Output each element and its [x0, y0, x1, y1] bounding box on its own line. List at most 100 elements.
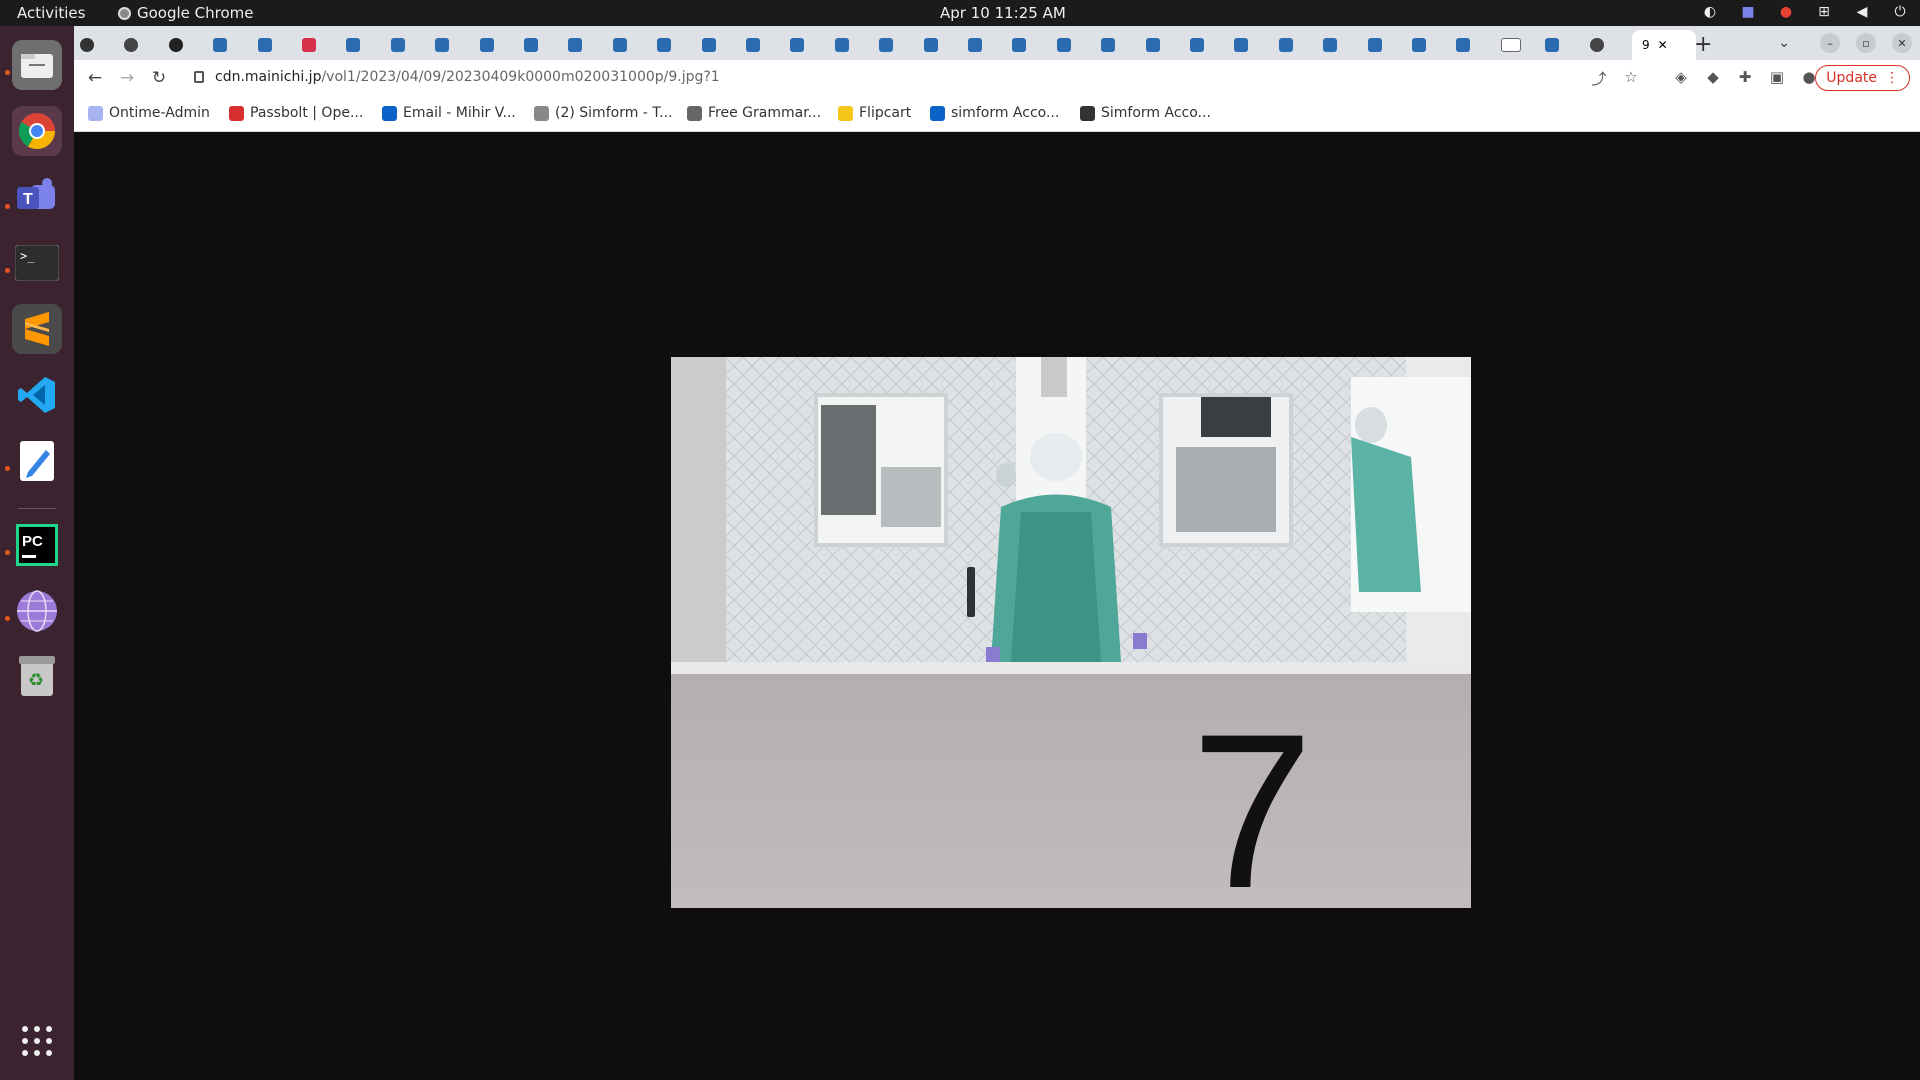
tab-item[interactable]: [1228, 30, 1249, 60]
tab-favicon-icon: [479, 38, 494, 52]
close-tab-icon[interactable]: ✕: [1658, 38, 1668, 52]
tab-item[interactable]: [1362, 30, 1382, 60]
tab-item[interactable]: [385, 30, 405, 60]
bookmark-item[interactable]: Ontime-Admin: [88, 105, 210, 121]
new-tab-button[interactable]: +: [1694, 32, 1712, 57]
clock[interactable]: Apr 10 11:25 AM: [940, 4, 1066, 22]
tab-favicon-icon: [80, 38, 94, 52]
tab-item[interactable]: [252, 30, 272, 60]
tab-item[interactable]: [784, 30, 805, 60]
bookmark-item[interactable]: (2) Simform - T...: [534, 105, 673, 121]
activities-button[interactable]: Activities: [17, 4, 85, 22]
url-path: /vol1/2023/04/09/20230409k0000m020031000…: [321, 69, 720, 85]
tab-item[interactable]: [1184, 30, 1204, 60]
minimize-icon[interactable]: –: [1820, 33, 1840, 53]
extensions-puzzle-icon[interactable]: ✚: [1735, 68, 1755, 86]
tab-item[interactable]: [118, 30, 139, 60]
network-globe-icon[interactable]: [12, 586, 62, 636]
maximize-icon[interactable]: ▫: [1856, 33, 1876, 53]
extension-icon[interactable]: ◈: [1671, 68, 1691, 86]
tab-item[interactable]: [918, 30, 938, 60]
tab-item[interactable]: [163, 30, 183, 60]
sublime-text-icon[interactable]: [12, 304, 62, 354]
tab-item[interactable]: [1406, 30, 1426, 60]
tab-favicon-icon: [168, 38, 183, 52]
tab-item[interactable]: [696, 30, 716, 60]
forward-icon[interactable]: →: [116, 67, 138, 89]
share-icon[interactable]: ⤴: [1589, 68, 1609, 89]
side-panel-icon[interactable]: ▣: [1767, 68, 1787, 86]
tab-item[interactable]: [474, 30, 494, 60]
network-icon[interactable]: ⊞: [1816, 4, 1832, 20]
address-bar[interactable]: cdn.mainichi.jp/vol1/2023/04/09/20230409…: [215, 69, 720, 85]
tab-item[interactable]: [74, 30, 94, 60]
show-applications-icon[interactable]: [12, 1016, 62, 1066]
tab-favicon-icon: [213, 38, 228, 52]
volume-icon[interactable]: ◀: [1854, 4, 1870, 20]
tab-favicon-icon: [346, 38, 361, 52]
tab-item[interactable]: [1051, 30, 1071, 60]
tab-item[interactable]: [562, 30, 583, 60]
tab-item[interactable]: [962, 30, 982, 60]
files-icon[interactable]: [12, 40, 62, 90]
tab-active[interactable]: 9 ✕: [1632, 30, 1696, 60]
tab-favicon-icon: [879, 38, 894, 52]
pycharm-icon[interactable]: PC: [12, 520, 62, 570]
app-menu[interactable]: Google Chrome: [118, 4, 254, 22]
bookmark-item[interactable]: Flipcart: [838, 105, 911, 121]
tab-search-icon[interactable]: ⌄: [1778, 35, 1790, 51]
tab-favicon-icon: [124, 38, 139, 52]
bookmark-item[interactable]: simform Acco...: [930, 105, 1059, 121]
tab-item[interactable]: [1273, 30, 1293, 60]
back-icon[interactable]: ←: [84, 67, 106, 89]
tab-item[interactable]: [1317, 30, 1338, 60]
tab-item[interactable]: [1495, 30, 1521, 60]
tab-item[interactable]: [1140, 30, 1160, 60]
tab-item[interactable]: [296, 30, 316, 60]
tab-item[interactable]: [340, 30, 361, 60]
teams-icon[interactable]: T: [12, 172, 62, 222]
bookmark-item[interactable]: Free Grammar...: [687, 105, 821, 121]
lock-icon[interactable]: [194, 71, 204, 83]
power-icon[interactable]: ⏻: [1892, 4, 1908, 20]
bookmark-label: Email - Mihir V...: [403, 105, 516, 121]
extension-icon[interactable]: ◆: [1703, 68, 1723, 86]
bookmark-item[interactable]: Simform Acco...: [1080, 105, 1211, 121]
chrome-tray-icon[interactable]: ●: [1778, 4, 1794, 20]
teams-tray-icon[interactable]: ■: [1740, 4, 1756, 20]
tab-item[interactable]: [1450, 30, 1471, 60]
tab-favicon-icon: [1234, 38, 1249, 52]
tab-item[interactable]: [1584, 30, 1604, 60]
bookmark-item[interactable]: Email - Mihir V...: [382, 105, 516, 121]
tab-favicon-icon: [1323, 38, 1338, 52]
tab-item[interactable]: [429, 30, 450, 60]
update-button[interactable]: Update ⋮: [1815, 65, 1910, 91]
tab-item[interactable]: [873, 30, 894, 60]
tab-item[interactable]: [740, 30, 760, 60]
tab-item[interactable]: [829, 30, 849, 60]
dock: T >_ PC ♻: [0, 26, 74, 1080]
tab-item[interactable]: [1095, 30, 1116, 60]
chrome-icon[interactable]: [12, 106, 62, 156]
vscode-icon[interactable]: [12, 370, 62, 420]
night-light-icon[interactable]: ◐: [1702, 4, 1718, 20]
system-tray[interactable]: ◐ ■ ● ⊞ ◀ ⏻: [1702, 4, 1908, 20]
tab-favicon-icon: [968, 38, 982, 52]
close-icon[interactable]: ✕: [1892, 33, 1912, 53]
url-host: cdn.mainichi.jp: [215, 69, 322, 85]
tab-item[interactable]: [1006, 30, 1027, 60]
terminal-icon[interactable]: >_: [12, 238, 62, 288]
bookmark-item[interactable]: Passbolt | Ope...: [229, 105, 363, 121]
trash-icon[interactable]: ♻: [12, 652, 62, 702]
bookmark-star-icon[interactable]: ☆: [1621, 68, 1641, 86]
tab-item[interactable]: [518, 30, 538, 60]
tab-item[interactable]: [651, 30, 672, 60]
tab-item[interactable]: [207, 30, 228, 60]
text-editor-icon[interactable]: [12, 436, 62, 486]
tab-item[interactable]: [607, 30, 627, 60]
tab-favicon-icon: [302, 38, 316, 52]
app-name: Google Chrome: [137, 4, 254, 22]
more-menu-icon[interactable]: ⋮: [1885, 70, 1899, 86]
tab-item[interactable]: [1539, 30, 1560, 60]
reload-icon[interactable]: ↻: [148, 67, 170, 89]
